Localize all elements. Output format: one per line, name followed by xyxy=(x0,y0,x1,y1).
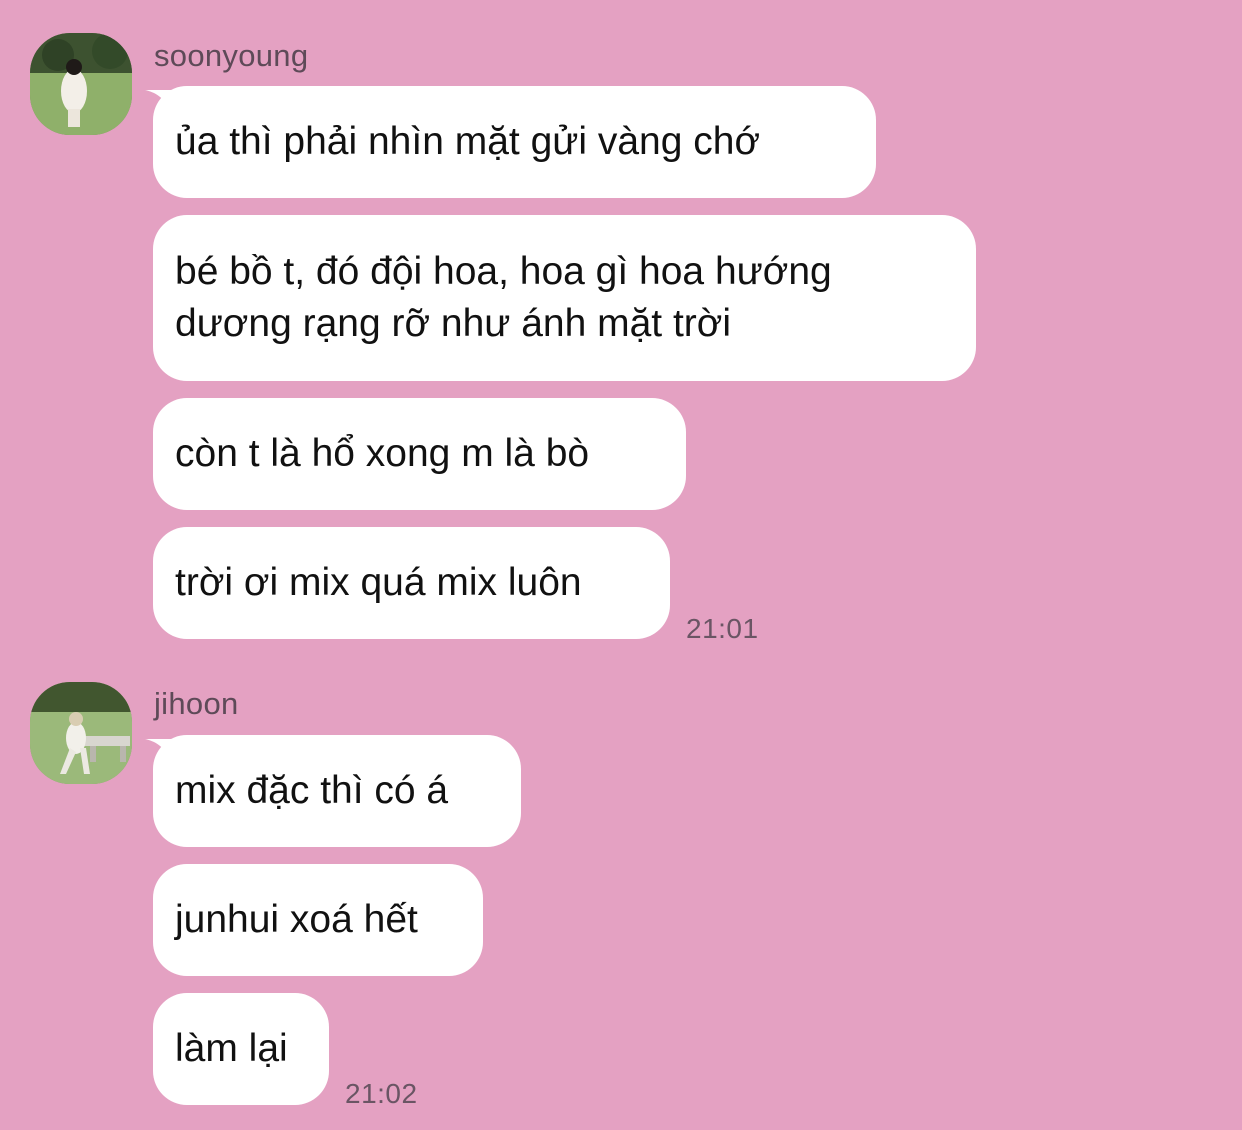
message-timestamp: 21:01 xyxy=(686,613,759,644)
message-text: còn t là hổ xong m là bò xyxy=(175,432,590,475)
message-text: bé bồ t, đó đội hoa, hoa gì hoa hướng dư… xyxy=(175,250,832,345)
message-text: junhui xoá hết xyxy=(175,898,418,941)
message-text: ủa thì phải nhìn mặt gửi vàng chớ xyxy=(175,120,761,163)
sender-name: soonyoung xyxy=(154,38,309,73)
sender-name: jihoon xyxy=(154,686,239,721)
message-text: mix đặc thì có á xyxy=(175,769,449,812)
message-bubble[interactable]: junhui xoá hết xyxy=(153,864,483,976)
message-timestamp: 21:02 xyxy=(345,1078,418,1109)
message-text: trời ơi mix quá mix luôn xyxy=(175,561,582,604)
avatar-soonyoung[interactable] xyxy=(30,33,132,135)
message-text: làm lại xyxy=(175,1027,288,1070)
avatar-jihoon[interactable] xyxy=(30,682,132,784)
user-avatar-photo-icon xyxy=(30,33,132,135)
message-bubble[interactable]: còn t là hổ xong m là bò xyxy=(153,398,686,510)
message-bubble[interactable]: trời ơi mix quá mix luôn xyxy=(153,527,670,639)
user-avatar-photo-icon xyxy=(30,682,132,784)
message-bubble[interactable]: ủa thì phải nhìn mặt gửi vàng chớ xyxy=(153,86,876,198)
message-bubble[interactable]: mix đặc thì có á xyxy=(153,735,521,847)
message-bubble[interactable]: bé bồ t, đó đội hoa, hoa gì hoa hướng dư… xyxy=(153,215,976,381)
message-bubble[interactable]: làm lại xyxy=(153,993,329,1105)
